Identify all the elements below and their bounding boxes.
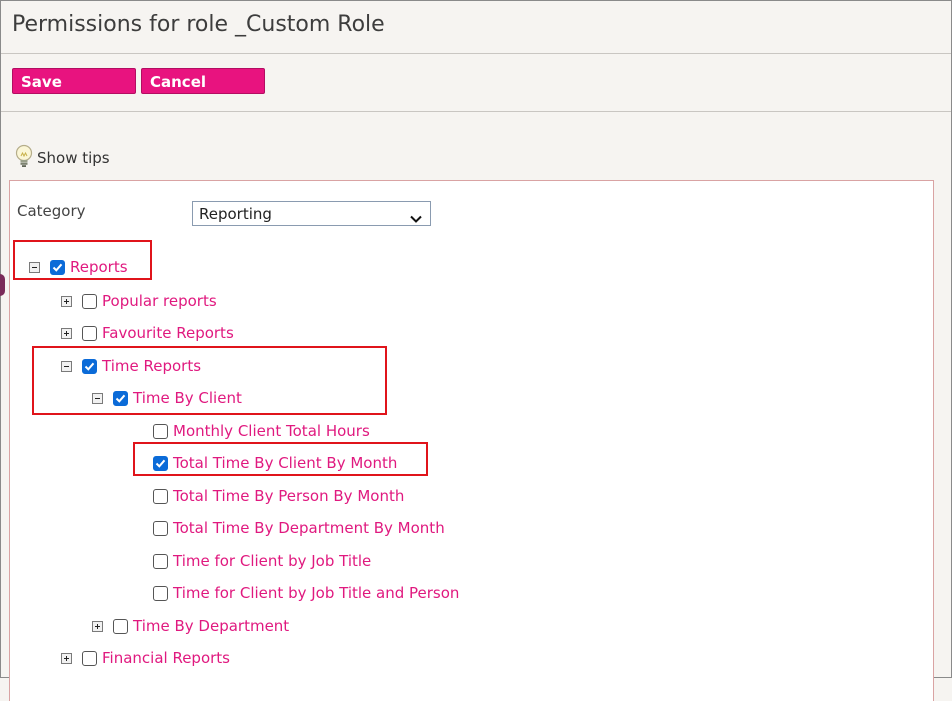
expand-icon[interactable] bbox=[61, 327, 72, 339]
tree-node-favourite-reports: Favourite Reports bbox=[61, 322, 234, 344]
tree-node-time-by-department: Time By Department bbox=[92, 615, 289, 637]
highlight-box-time-reports bbox=[32, 346, 387, 415]
label-time-for-client-by-job-title[interactable]: Time for Client by Job Title bbox=[173, 552, 371, 570]
label-financial-reports[interactable]: Financial Reports bbox=[102, 649, 230, 667]
tree-leaf-total-time-by-department-by-month: Total Time By Department By Month bbox=[153, 517, 445, 539]
checkbox-monthly-client-total-hours[interactable] bbox=[153, 423, 168, 439]
tree-leaf-time-for-client-by-job-title: Time for Client by Job Title bbox=[153, 550, 371, 572]
tree-node-financial-reports: Financial Reports bbox=[61, 647, 230, 669]
lightbulb-icon bbox=[13, 143, 35, 174]
label-monthly-client-total-hours[interactable]: Monthly Client Total Hours bbox=[173, 422, 370, 440]
highlight-box-reports bbox=[13, 240, 152, 280]
tree-node-popular-reports: Popular reports bbox=[61, 290, 217, 312]
checkbox-time-for-client-by-job-title-and-person[interactable] bbox=[153, 585, 168, 601]
save-button[interactable]: Save bbox=[12, 68, 136, 94]
checkbox-financial-reports[interactable] bbox=[82, 650, 97, 666]
checkbox-total-time-by-person-by-month[interactable] bbox=[153, 488, 168, 504]
label-total-time-by-person-by-month[interactable]: Total Time By Person By Month bbox=[173, 487, 404, 505]
checkbox-popular-reports[interactable] bbox=[82, 293, 97, 309]
label-total-time-by-department-by-month[interactable]: Total Time By Department By Month bbox=[173, 519, 445, 537]
checkbox-time-for-client-by-job-title[interactable] bbox=[153, 553, 168, 569]
edge-marker bbox=[0, 274, 5, 296]
label-favourite-reports[interactable]: Favourite Reports bbox=[102, 324, 234, 342]
category-select[interactable]: Reporting bbox=[192, 201, 431, 226]
tree-leaf-time-for-client-by-job-title-and-person: Time for Client by Job Title and Person bbox=[153, 582, 459, 604]
show-tips-toggle[interactable]: Show tips bbox=[13, 143, 110, 174]
checkbox-favourite-reports[interactable] bbox=[82, 325, 97, 341]
highlight-box-total-time-by-client bbox=[133, 442, 428, 476]
cancel-button[interactable]: Cancel bbox=[141, 68, 265, 94]
category-select-value: Reporting bbox=[199, 205, 272, 223]
expand-icon[interactable] bbox=[61, 295, 72, 307]
chevron-down-icon bbox=[410, 209, 422, 227]
expand-icon[interactable] bbox=[61, 652, 72, 664]
header-divider bbox=[1, 53, 951, 54]
label-popular-reports[interactable]: Popular reports bbox=[102, 292, 217, 310]
page-title: Permissions for role _Custom Role bbox=[12, 12, 385, 37]
tree-leaf-total-time-by-person-by-month: Total Time By Person By Month bbox=[153, 485, 404, 507]
toolbar-divider bbox=[1, 111, 951, 112]
show-tips-label: Show tips bbox=[37, 149, 110, 167]
checkbox-total-time-by-department-by-month[interactable] bbox=[153, 520, 168, 536]
label-time-for-client-by-job-title-and-person[interactable]: Time for Client by Job Title and Person bbox=[173, 584, 459, 602]
label-time-by-department[interactable]: Time By Department bbox=[133, 617, 289, 635]
expand-icon[interactable] bbox=[92, 620, 103, 632]
checkbox-time-by-department[interactable] bbox=[113, 618, 128, 634]
category-label: Category bbox=[17, 202, 86, 220]
tree-leaf-monthly-client-total-hours: Monthly Client Total Hours bbox=[153, 420, 370, 442]
